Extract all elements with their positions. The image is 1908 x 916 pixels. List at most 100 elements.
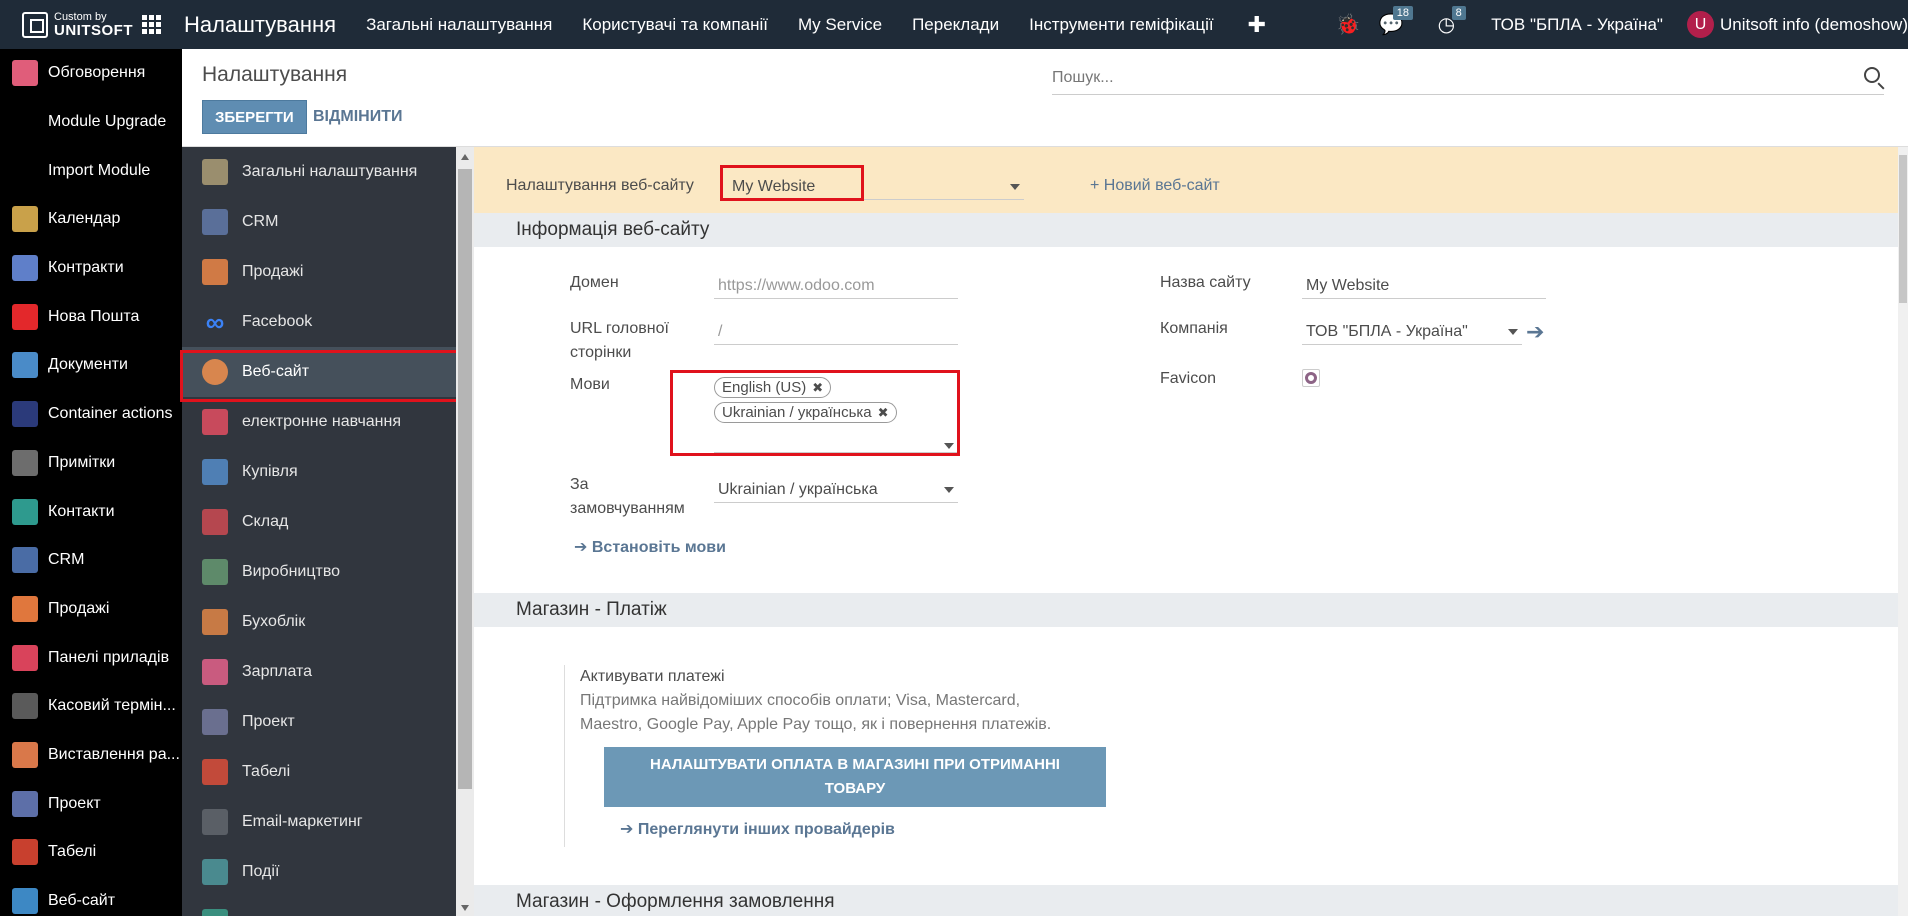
container-actions-icon bbox=[12, 401, 38, 428]
website-selector-bar: Налаштування веб-сайту My Website + Нови… bbox=[474, 147, 1898, 213]
app-item-documents[interactable]: Документи bbox=[0, 341, 182, 390]
new-website-link[interactable]: + Новий веб-сайт bbox=[1090, 177, 1220, 195]
app-item-nova-poshta[interactable]: Нова Пошта bbox=[0, 292, 182, 341]
menu-general-settings[interactable]: Загальні налаштування bbox=[366, 15, 552, 35]
contracts-icon bbox=[12, 255, 38, 282]
nova-poshta-icon bbox=[12, 303, 38, 330]
app-item-calendar[interactable]: Календар bbox=[0, 195, 182, 244]
scroll-thumb[interactable] bbox=[458, 169, 472, 789]
app-item-website[interactable]: Веб-сайт bbox=[0, 877, 182, 916]
content-scrollbar[interactable] bbox=[1898, 147, 1908, 916]
settings-nav-project[interactable]: Проект bbox=[182, 697, 456, 747]
view-other-providers-link[interactable]: ➔ Переглянути інших провайдерів bbox=[620, 819, 895, 839]
app-item-notes[interactable]: Примітки bbox=[0, 439, 182, 488]
scroll-up-icon[interactable] bbox=[461, 154, 469, 160]
settings-nav-payroll[interactable]: Зарплата bbox=[182, 647, 456, 697]
settings-nav-accounting[interactable]: Бухоблік bbox=[182, 597, 456, 647]
app-title[interactable]: Налаштування bbox=[184, 12, 336, 38]
app-item-dashboards[interactable]: Панелі приладів bbox=[0, 633, 182, 682]
menu-users-companies[interactable]: Користувачі та компанії bbox=[582, 15, 768, 35]
settings-nav-label: Виробництво bbox=[242, 563, 341, 580]
import-module-icon bbox=[12, 158, 38, 184]
settings-sidebar: Загальні налаштування CRM Продажі ∞ Faceb… bbox=[182, 147, 456, 916]
add-menu-icon[interactable]: ✚ bbox=[1248, 12, 1266, 38]
settings-nav-general[interactable]: Загальні налаштування bbox=[182, 147, 456, 197]
app-item-label: Документи bbox=[48, 356, 128, 374]
favicon-icon bbox=[1305, 372, 1317, 384]
install-languages-link[interactable]: ➔ Встановіть мови bbox=[574, 537, 726, 557]
homepage-url-label-line2: сторінки bbox=[570, 344, 632, 361]
configure-pay-on-delivery-button[interactable]: НАЛАШТУВАТИ ОПЛАТА В МАГАЗИНІ ПРИ ОТРИМА… bbox=[604, 747, 1106, 807]
activity-clock-icon[interactable]: ◷ 8 bbox=[1438, 6, 1466, 37]
app-sidebar: Обговорення Module Upgrade Import Module… bbox=[0, 49, 182, 916]
section-shop-payment: Магазин - Платіж bbox=[474, 593, 1898, 627]
menu-translations[interactable]: Переклади bbox=[912, 15, 999, 35]
chevron-down-icon bbox=[1508, 329, 1518, 335]
app-item-crm[interactable]: CRM bbox=[0, 536, 182, 585]
app-item-label: Import Module bbox=[48, 161, 151, 179]
pos-terminal-icon bbox=[12, 693, 38, 720]
app-item-label: Панелі приладів bbox=[48, 648, 170, 666]
paper-plane-icon bbox=[202, 809, 228, 835]
settings-nav-sales[interactable]: Продажі bbox=[182, 247, 456, 297]
homepage-url-field[interactable]: / bbox=[714, 319, 958, 345]
dashboards-gauge-icon bbox=[12, 644, 38, 671]
search-icon[interactable] bbox=[1864, 67, 1880, 83]
site-name-label: Назва сайту bbox=[1160, 274, 1251, 291]
default-language-label-line2: замовчуванням bbox=[570, 500, 685, 517]
domain-field[interactable]: https://www.odoo.com bbox=[714, 273, 958, 299]
settings-nav-manufacturing[interactable]: Виробництво bbox=[182, 547, 456, 597]
app-item-container-actions[interactable]: Container actions bbox=[0, 390, 182, 439]
app-item-import-module[interactable]: Import Module bbox=[0, 146, 182, 195]
scroll-thumb[interactable] bbox=[1899, 155, 1907, 303]
search-input[interactable]: Пошук... bbox=[1052, 61, 1884, 95]
calendar-icon bbox=[12, 206, 38, 233]
app-item-contacts[interactable]: Контакти bbox=[0, 487, 182, 536]
view-other-providers-label: Переглянути інших провайдерів bbox=[637, 821, 895, 838]
app-item-discuss[interactable]: Обговорення bbox=[0, 49, 182, 98]
settings-nav-elearning[interactable]: електронне навчання bbox=[182, 397, 456, 447]
save-button[interactable]: ЗБЕРЕГТИ bbox=[202, 100, 307, 134]
app-item-label: Module Upgrade bbox=[48, 113, 167, 131]
homepage-url-placeholder: / bbox=[718, 322, 723, 340]
app-item-invoicing[interactable]: Виставлення ра... bbox=[0, 731, 182, 780]
app-item-label: Табелі bbox=[48, 843, 97, 861]
settings-sidebar-scrollbar[interactable] bbox=[456, 147, 474, 916]
app-item-pos[interactable]: Касовий термін... bbox=[0, 682, 182, 731]
settings-nav-timesheets[interactable]: Табелі bbox=[182, 747, 456, 797]
cancel-button[interactable]: ВІДМІНИТИ bbox=[313, 100, 403, 134]
settings-nav-purchase[interactable]: Купівля bbox=[182, 447, 456, 497]
settings-nav-label: Купівля bbox=[242, 463, 298, 480]
app-item-timesheets[interactable]: Табелі bbox=[0, 828, 182, 877]
app-item-contracts[interactable]: Контракти bbox=[0, 244, 182, 293]
scroll-down-icon[interactable] bbox=[461, 905, 469, 911]
timesheets-stopwatch-icon bbox=[12, 839, 38, 866]
default-language-select[interactable]: Ukrainian / українська bbox=[714, 477, 958, 503]
site-name-field[interactable]: My Website bbox=[1302, 273, 1546, 299]
settings-nav-events[interactable]: Події bbox=[182, 847, 456, 897]
company-external-link-icon[interactable]: ➔ bbox=[1526, 319, 1544, 345]
company-switcher[interactable]: ТОВ "БПЛА - Україна" bbox=[1491, 15, 1663, 35]
app-item-sales[interactable]: Продажі bbox=[0, 585, 182, 634]
favicon-image[interactable] bbox=[1302, 369, 1320, 387]
settings-nav-email-marketing[interactable]: Email-маркетинг bbox=[182, 797, 456, 847]
facebook-meta-icon: ∞ bbox=[205, 306, 225, 337]
settings-nav-partial[interactable] bbox=[182, 897, 456, 916]
menu-gamification[interactable]: Інструменти геміфікації bbox=[1029, 15, 1214, 35]
user-menu[interactable]: U Unitsoft info (demoshow) bbox=[1686, 11, 1908, 38]
messages-icon[interactable]: 💬 18 bbox=[1379, 6, 1413, 37]
settings-nav-crm[interactable]: CRM bbox=[182, 197, 456, 247]
app-item-module-upgrade[interactable]: Module Upgrade bbox=[0, 98, 182, 147]
brand-logo[interactable]: Custom by UNITSOFT bbox=[0, 0, 136, 49]
top-menu: Загальні налаштування Користувачі та ком… bbox=[366, 15, 1214, 35]
discuss-icon bbox=[12, 60, 38, 87]
company-select[interactable]: ТОВ "БПЛА - Україна" bbox=[1302, 319, 1522, 345]
settings-nav-inventory[interactable]: Склад bbox=[182, 497, 456, 547]
apps-menu-icon[interactable] bbox=[142, 14, 162, 35]
chevron-down-icon bbox=[1010, 184, 1020, 190]
debug-bug-icon[interactable]: 🐞 bbox=[1336, 12, 1361, 37]
settings-nav-facebook[interactable]: ∞ Facebook bbox=[182, 297, 456, 347]
menu-my-service[interactable]: My Service bbox=[798, 15, 882, 35]
app-item-project[interactable]: Проект bbox=[0, 779, 182, 828]
highlight-website-nav bbox=[180, 350, 464, 402]
